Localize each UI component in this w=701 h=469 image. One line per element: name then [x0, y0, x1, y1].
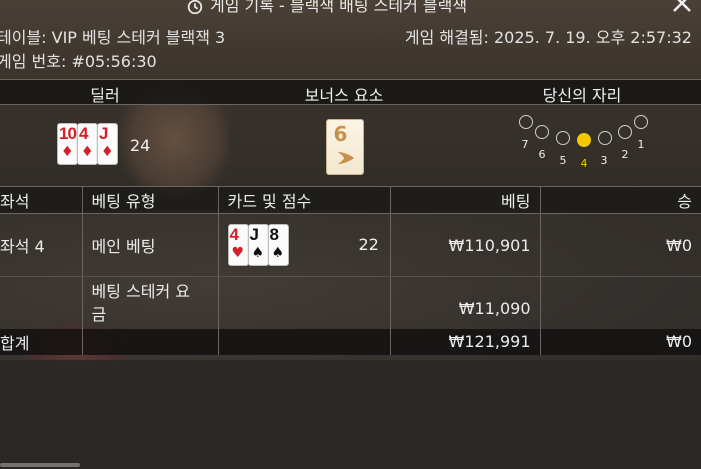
playing-card: 4 ♥: [227, 224, 249, 266]
seat-label: 5: [559, 154, 567, 167]
total-bet: ₩121,991: [390, 328, 541, 355]
player-score: 22: [358, 235, 379, 254]
dealer-score: 24: [130, 136, 151, 155]
seat-label: 6: [538, 148, 546, 161]
close-icon: [673, 0, 691, 12]
table-header-row: 좌석 베팅 유형 카드 및 점수 베팅 승: [0, 186, 701, 214]
total-label: 합계: [0, 328, 83, 355]
title-bar: 게임 기록 - 블랙잭 배팅 스테커 블랙잭: [0, 0, 701, 14]
bet-amount-cell: ₩11,090: [390, 276, 541, 329]
playing-card: J ♠: [247, 224, 269, 266]
seat-label: 1: [637, 138, 645, 151]
dealer-heading: 딜러: [90, 86, 120, 105]
seat-cell: [0, 276, 83, 329]
win-amount-cell: [540, 276, 701, 329]
seat-4-dot: [577, 133, 591, 147]
seat-1-dot: [634, 115, 648, 129]
cards-score-cell: [218, 276, 391, 329]
scrollbar-thumb[interactable]: [0, 463, 80, 467]
seat-2-dot: [618, 125, 632, 139]
playing-card: 4 ♦: [77, 123, 98, 165]
player-hand: 4 ♥ J ♠ 8 ♠ 22: [227, 222, 388, 268]
bonus-card: 6: [326, 119, 364, 175]
playing-card: J ♦: [97, 123, 118, 165]
seat-5-dot: [556, 131, 570, 145]
cards-score-cell: 4 ♥ J ♠ 8 ♠ 22: [218, 213, 391, 277]
seat-cell: 좌석 4: [0, 213, 83, 277]
seat-map: 7 6 5 4 3 2 1: [512, 112, 652, 172]
resolved-time: 게임 해결됨: 2025. 7. 19. 오후 2:57:32: [404, 28, 692, 47]
table-row: 좌석 4 메인 베팅 4 ♥ J ♠ 8 ♠ 22 ₩110,901 ₩0: [0, 213, 701, 277]
seat-heading: 당신의 자리: [542, 86, 622, 105]
seat-6-dot: [535, 125, 549, 139]
section-header: 딜러 보너스 요소 당신의 자리: [0, 80, 701, 105]
col-win: 승: [540, 186, 701, 214]
bet-type-cell: 베팅 스테커 요 금: [82, 276, 219, 329]
col-cards-score: 카드 및 점수: [218, 186, 391, 214]
table-name: 테이블: VIP 베팅 스테커 블랙잭 3: [0, 28, 226, 47]
bets-table: 좌석 베팅 유형 카드 및 점수 베팅 승 좌석 4 메인 베팅 4 ♥ J ♠: [0, 186, 701, 355]
bet-type-cell: 메인 베팅: [82, 213, 219, 277]
close-button[interactable]: [671, 0, 693, 14]
seat-label: 2: [621, 148, 629, 161]
game-number: 게임 번호: #05:56:30: [0, 52, 157, 71]
playing-card: 8 ♠: [267, 224, 289, 266]
total-win: ₩0: [540, 328, 701, 355]
bonus-symbol-icon: [338, 152, 354, 164]
seat-label-selected: 4: [580, 157, 588, 170]
seat-label: 3: [600, 154, 608, 167]
bonus-heading: 보너스 요소: [304, 86, 384, 105]
history-icon: [187, 0, 203, 14]
seat-7-dot: [519, 115, 533, 129]
seat-3-dot: [598, 131, 612, 145]
playing-card: 10 ♦: [57, 123, 78, 165]
window-title: 게임 기록 - 블랙잭 배팅 스테커 블랙잭: [186, 0, 467, 14]
seat-label: 7: [521, 138, 529, 151]
col-seat: 좌석: [0, 186, 83, 214]
bet-amount-cell: ₩110,901: [390, 213, 541, 277]
table-row: 베팅 스테커 요 금 ₩11,090: [0, 276, 701, 329]
win-amount-cell: ₩0: [540, 213, 701, 277]
total-row: 합계 ₩121,991 ₩0: [0, 328, 701, 355]
col-bet: 베팅: [390, 186, 541, 214]
col-bet-type: 베팅 유형: [82, 186, 219, 214]
